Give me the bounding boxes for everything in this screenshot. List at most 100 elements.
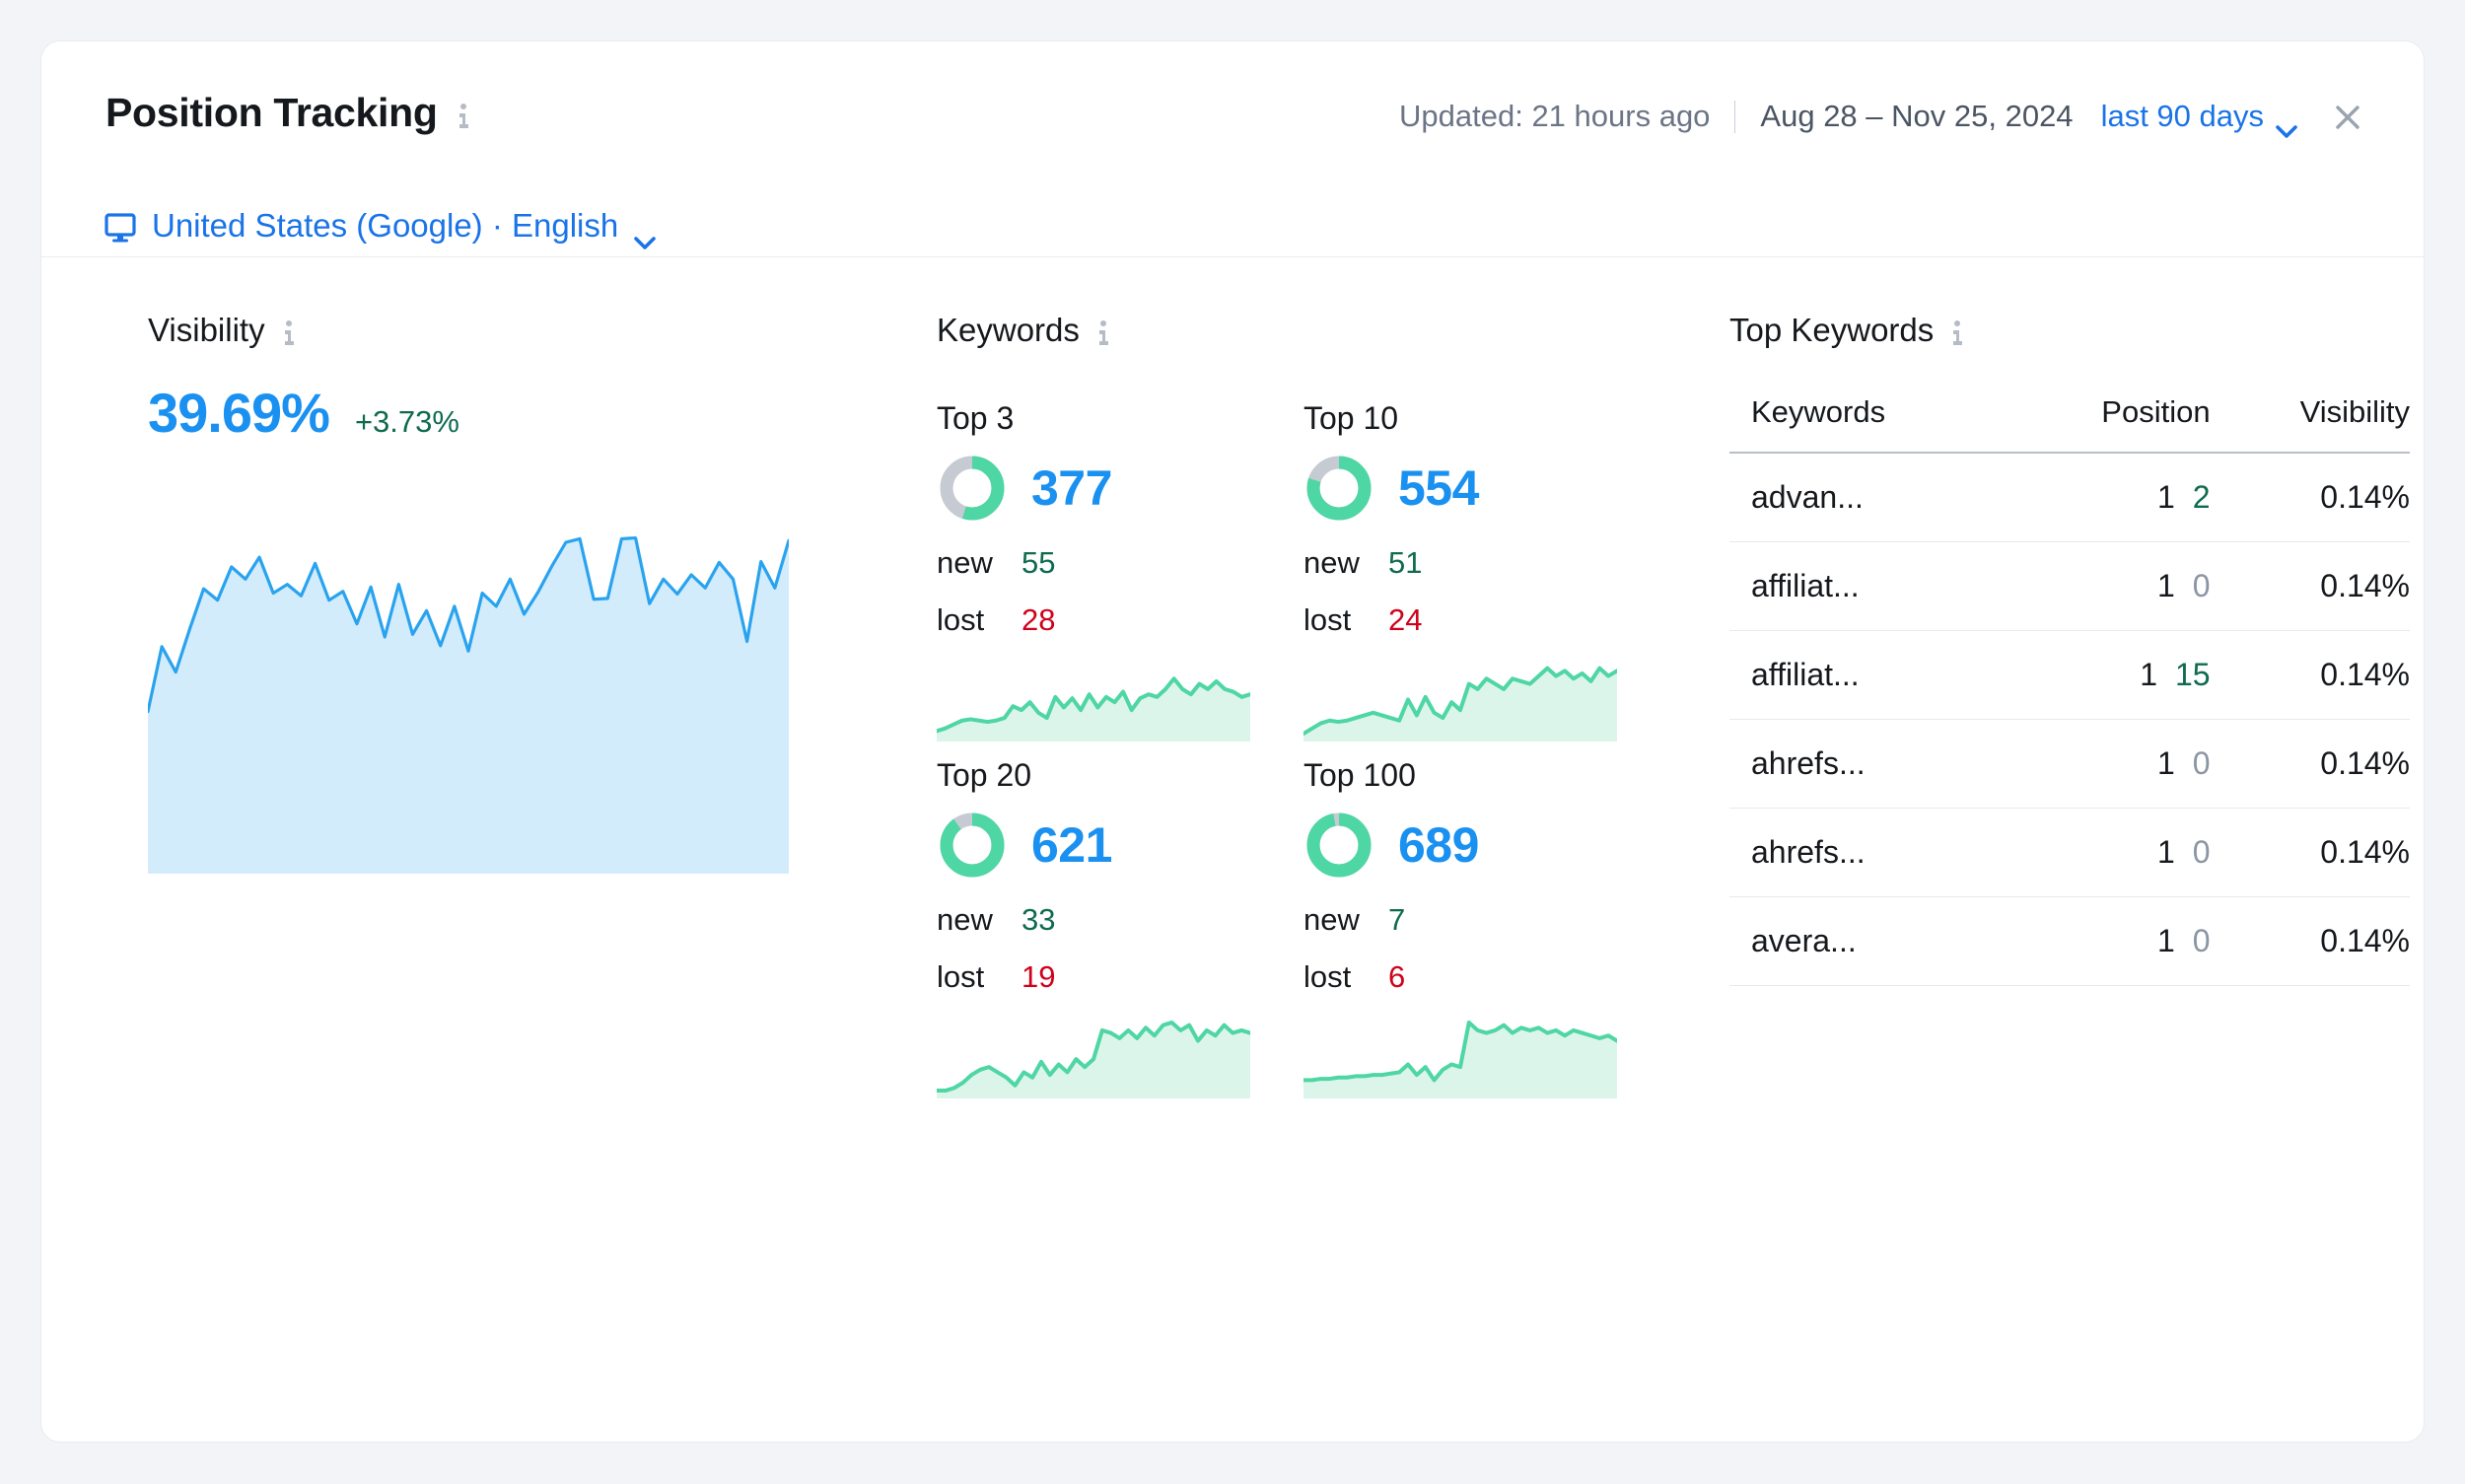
table-body: advan... 1 2 0.14% affiliat... 1 0 0.14% affilia… bbox=[1729, 453, 2410, 986]
keywords-panel: Keywords Top 3 377 new 55 lost 28 Top 10 554 new… bbox=[937, 312, 1666, 1114]
visibility-value: 39.69% bbox=[148, 382, 330, 444]
lost-value: 19 bbox=[1021, 959, 1056, 994]
position-tracking-card: Position Tracking Updated: 21 hours ago … bbox=[40, 40, 2425, 1443]
donut-chart-icon bbox=[1303, 810, 1374, 881]
keyword-group-top-10: Top 10 554 new 51 lost 24 bbox=[1303, 400, 1670, 757]
position-value: 1 bbox=[2140, 657, 2157, 692]
column-header-position[interactable]: Position bbox=[2012, 385, 2211, 454]
new-value: 7 bbox=[1388, 902, 1406, 937]
new-value: 55 bbox=[1021, 545, 1056, 580]
visibility-cell: 0.14% bbox=[2210, 453, 2410, 542]
position-cell: 10 bbox=[2012, 896, 2211, 986]
keyword-link[interactable]: affiliat... bbox=[1729, 541, 2013, 631]
keywords-grid: Top 3 377 new 55 lost 28 Top 10 554 new 51 lost 24 T… bbox=[937, 400, 1666, 1114]
position-value: 1 bbox=[2157, 568, 2175, 603]
keyword-link[interactable]: ahrefs... bbox=[1729, 808, 2013, 897]
new-value: 51 bbox=[1388, 545, 1423, 580]
keyword-group-new: new 51 bbox=[1303, 545, 1670, 581]
new-label: new bbox=[1303, 902, 1360, 937]
lost-value: 6 bbox=[1388, 959, 1406, 994]
keyword-group-label: Top 3 bbox=[937, 400, 1015, 436]
position-change: 0 bbox=[2192, 923, 2211, 958]
keyword-group-main: 621 bbox=[937, 810, 1303, 881]
keyword-group-top-3: Top 3 377 new 55 lost 28 bbox=[937, 400, 1303, 757]
top-keywords-table: Keywords Position Visibility advan... 1 2 0… bbox=[1729, 385, 2410, 986]
card-body: Visibility 39.69% +3.73% View full repor… bbox=[41, 257, 2424, 1442]
top-keywords-header: Top Keywords bbox=[1729, 312, 2410, 349]
keyword-group-sparkline bbox=[1303, 658, 1617, 742]
top-keywords-panel: Top Keywords Keywords Position Visibilit… bbox=[1729, 312, 2410, 986]
locale-selector[interactable]: United States (Google) · English bbox=[105, 207, 657, 249]
title-row: Position Tracking bbox=[106, 90, 473, 136]
info-icon[interactable] bbox=[279, 319, 299, 347]
visibility-cell: 0.14% bbox=[2210, 630, 2410, 720]
new-value: 33 bbox=[1021, 902, 1056, 937]
lost-label: lost bbox=[1303, 959, 1352, 994]
table-row: avera... 1 0 0.14% bbox=[1729, 896, 2410, 986]
chevron-down-icon bbox=[634, 220, 657, 249]
card-header: Position Tracking Updated: 21 hours ago … bbox=[41, 41, 2424, 257]
visibility-value-row: 39.69% +3.73% bbox=[148, 381, 838, 445]
info-icon[interactable] bbox=[454, 103, 473, 130]
position-cell: 10 bbox=[2012, 719, 2211, 809]
visibility-cell: 0.14% bbox=[2210, 541, 2410, 631]
close-icon[interactable] bbox=[2333, 103, 2362, 132]
keyword-group-count: 621 bbox=[1031, 817, 1112, 873]
keyword-group-count: 689 bbox=[1398, 817, 1479, 873]
keyword-group-top-20: Top 20 621 new 33 lost 19 bbox=[937, 757, 1303, 1114]
column-header-visibility[interactable]: Visibility bbox=[2210, 385, 2410, 454]
keyword-group-label: Top 20 bbox=[937, 757, 1032, 793]
lost-value: 28 bbox=[1021, 602, 1056, 637]
table-header-row: Keywords Position Visibility bbox=[1729, 385, 2410, 454]
keyword-link[interactable]: advan... bbox=[1729, 453, 2013, 542]
keyword-group-new: new 55 bbox=[937, 545, 1303, 581]
donut-chart-icon bbox=[937, 453, 1008, 524]
position-value: 1 bbox=[2157, 479, 2175, 515]
visibility-cell: 0.14% bbox=[2210, 808, 2410, 897]
keyword-group-label: Top 100 bbox=[1303, 757, 1416, 793]
page-title: Position Tracking bbox=[106, 90, 438, 135]
keyword-group-top-100: Top 100 689 new 7 lost 6 bbox=[1303, 757, 1670, 1114]
new-label: new bbox=[1303, 545, 1360, 580]
chevron-down-icon bbox=[2276, 110, 2297, 138]
keyword-link[interactable]: ahrefs... bbox=[1729, 719, 2013, 809]
date-range-selector-label: last 90 days bbox=[2100, 99, 2264, 133]
column-header-keywords[interactable]: Keywords bbox=[1729, 385, 2013, 454]
keyword-group-lost: lost 24 bbox=[1303, 602, 1670, 638]
keyword-group-sparkline bbox=[1303, 1015, 1617, 1098]
keyword-group-main: 689 bbox=[1303, 810, 1670, 881]
position-cell: 10 bbox=[2012, 808, 2211, 897]
visibility-title: Visibility bbox=[148, 312, 265, 348]
keyword-link[interactable]: avera... bbox=[1729, 896, 2013, 986]
donut-chart-icon bbox=[1303, 453, 1374, 524]
new-label: new bbox=[937, 545, 993, 580]
keyword-group-main: 377 bbox=[937, 453, 1303, 524]
visibility-area-chart bbox=[148, 479, 789, 874]
position-cell: 12 bbox=[2012, 453, 2211, 542]
meta-divider bbox=[1734, 100, 1736, 133]
visibility-header: Visibility bbox=[148, 312, 838, 349]
date-range-selector[interactable]: last 90 days bbox=[2100, 99, 2297, 138]
donut-chart-icon bbox=[937, 810, 1008, 881]
keyword-group-count: 554 bbox=[1398, 460, 1479, 516]
keyword-group-sparkline bbox=[937, 658, 1250, 742]
position-value: 1 bbox=[2157, 923, 2175, 958]
info-icon[interactable] bbox=[1093, 319, 1113, 347]
keywords-header: Keywords bbox=[937, 312, 1666, 349]
position-value: 1 bbox=[2157, 745, 2175, 781]
monitor-icon bbox=[105, 212, 136, 244]
visibility-panel: Visibility 39.69% +3.73% bbox=[148, 312, 838, 874]
info-icon[interactable] bbox=[1947, 319, 1967, 347]
lost-label: lost bbox=[937, 602, 985, 637]
visibility-cell: 0.14% bbox=[2210, 896, 2410, 986]
top-keywords-title: Top Keywords bbox=[1729, 312, 1935, 348]
lost-label: lost bbox=[1303, 602, 1352, 637]
locale-label: United States (Google) · English bbox=[152, 207, 619, 244]
keyword-group-lost: lost 6 bbox=[1303, 959, 1670, 995]
keyword-group-sparkline bbox=[937, 1015, 1250, 1098]
position-change: 15 bbox=[2175, 657, 2211, 692]
header-meta: Updated: 21 hours ago Aug 28 – Nov 25, 2… bbox=[1399, 99, 2362, 138]
position-cell: 1 15 bbox=[2012, 630, 2211, 720]
keyword-link[interactable]: affiliat... bbox=[1729, 630, 2013, 720]
table-row: affiliat... 1 15 0.14% bbox=[1729, 630, 2410, 720]
